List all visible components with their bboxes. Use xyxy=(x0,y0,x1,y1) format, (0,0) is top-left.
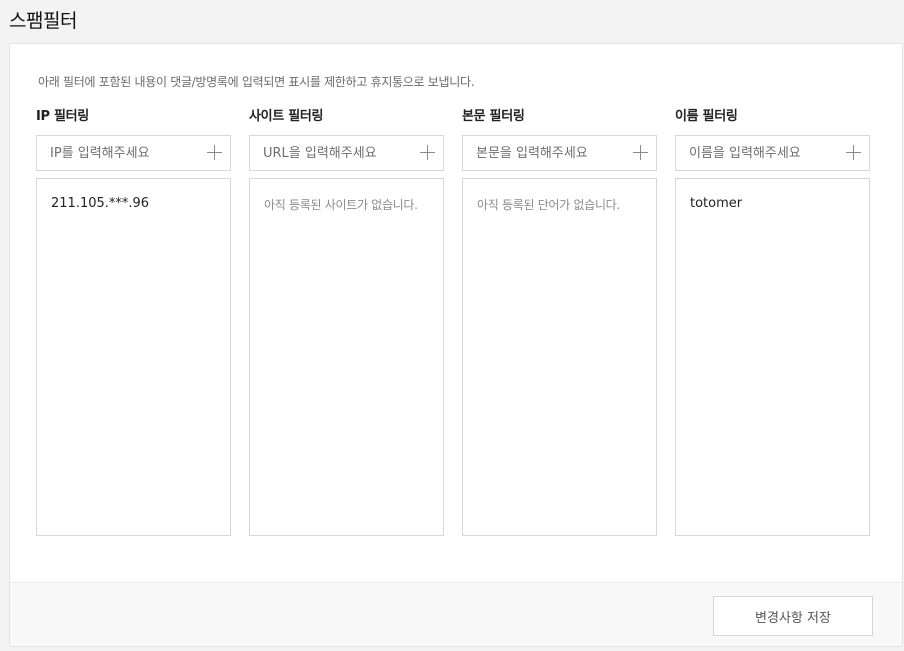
name-filter-input[interactable] xyxy=(676,136,836,170)
name-filter-input-row xyxy=(675,135,870,171)
content-filter-input-row xyxy=(462,135,657,171)
plus-icon[interactable] xyxy=(420,145,435,160)
ip-filter-list: 211.105.***.96 xyxy=(36,178,231,536)
name-filter-list: totomer xyxy=(675,178,870,536)
plus-icon[interactable] xyxy=(207,145,222,160)
site-filter-input[interactable] xyxy=(250,136,410,170)
page-title: 스팸필터 xyxy=(9,10,77,32)
filter-description: 아래 필터에 포함된 내용이 댓글/방명록에 입력되면 표시를 제한하고 휴지통… xyxy=(38,75,475,89)
name-filter-title: 이름 필터링 xyxy=(675,109,738,124)
site-filter-input-row xyxy=(249,135,444,171)
panel-footer: 변경사항 저장 xyxy=(10,582,902,646)
ip-filter-input[interactable] xyxy=(37,136,197,170)
list-item[interactable]: 211.105.***.96 xyxy=(51,196,216,211)
content-filter-title: 본문 필터링 xyxy=(462,109,525,124)
name-filter-column: 이름 필터링 totomer xyxy=(675,108,870,536)
content-filter-column: 본문 필터링 아직 등록된 단어가 없습니다. xyxy=(462,108,657,536)
spam-filter-panel: 아래 필터에 포함된 내용이 댓글/방명록에 입력되면 표시를 제한하고 휴지통… xyxy=(9,43,903,647)
save-changes-button[interactable]: 변경사항 저장 xyxy=(713,596,873,636)
content-filter-input[interactable] xyxy=(463,136,623,170)
ip-filter-title: IP 필터링 xyxy=(36,109,89,124)
content-filter-list: 아직 등록된 단어가 없습니다. xyxy=(462,178,657,536)
list-item[interactable]: totomer xyxy=(690,196,855,211)
plus-icon[interactable] xyxy=(633,145,648,160)
plus-icon[interactable] xyxy=(846,145,861,160)
ip-filter-column: IP 필터링 211.105.***.96 xyxy=(36,108,231,536)
site-filter-title: 사이트 필터링 xyxy=(249,109,324,124)
empty-message: 아직 등록된 사이트가 없습니다. xyxy=(264,198,418,212)
site-filter-list: 아직 등록된 사이트가 없습니다. xyxy=(249,178,444,536)
ip-filter-input-row xyxy=(36,135,231,171)
empty-message: 아직 등록된 단어가 없습니다. xyxy=(477,198,620,212)
site-filter-column: 사이트 필터링 아직 등록된 사이트가 없습니다. xyxy=(249,108,444,536)
